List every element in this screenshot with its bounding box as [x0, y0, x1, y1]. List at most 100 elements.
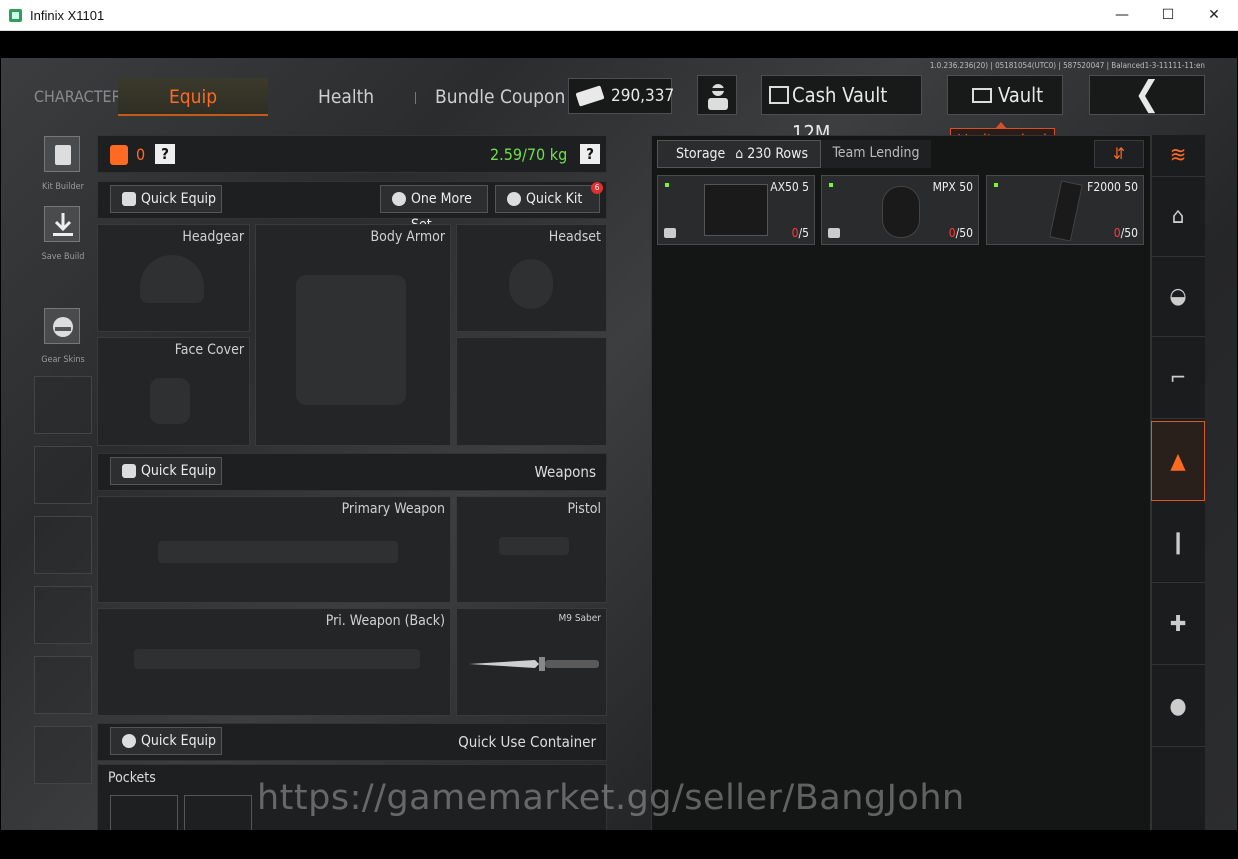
- armor-help-button[interactable]: ?: [155, 144, 175, 164]
- armor-vest-icon: [110, 145, 128, 165]
- category-weapons[interactable]: ⌐: [1151, 339, 1205, 419]
- primary-weapon-slot[interactable]: Primary Weapon: [97, 496, 451, 603]
- tab-health[interactable]: Health: [318, 78, 374, 116]
- container-icon: [664, 228, 676, 238]
- storage-tab[interactable]: Storage ⌂ 230 Rows: [657, 140, 821, 168]
- armor-count: 0: [136, 145, 146, 164]
- close-button[interactable]: ✕: [1191, 0, 1237, 31]
- pocket-slot[interactable]: [184, 795, 252, 830]
- headset-slot[interactable]: Headset: [456, 224, 607, 332]
- category-throwables[interactable]: ●: [1151, 667, 1205, 747]
- shirt-icon: [122, 192, 136, 206]
- window-titlebar: Infinix X1101 — ☐ ✕: [0, 0, 1238, 31]
- skin-slot[interactable]: [34, 656, 92, 714]
- melee-slot[interactable]: M9 Saber: [456, 608, 607, 716]
- storage-item[interactable]: F2000 50 0/50: [986, 175, 1144, 245]
- skin-slot[interactable]: [34, 586, 92, 644]
- team-lending-tab[interactable]: Team Lending: [821, 140, 931, 168]
- tab-equip[interactable]: Equip: [118, 78, 268, 116]
- skin-slot[interactable]: [34, 516, 92, 574]
- headset-label: Headset: [548, 229, 601, 245]
- helmet-icon: ◒: [1169, 284, 1187, 309]
- category-home[interactable]: ⌂: [1151, 177, 1205, 257]
- item-count: 0/50: [1114, 226, 1138, 240]
- gear-quick-equip-button[interactable]: Quick Equip: [110, 185, 222, 213]
- category-ammo-selected[interactable]: ▲: [1151, 421, 1205, 501]
- helmet-icon: [53, 317, 73, 337]
- one-more-set-button[interactable]: One More Set: [380, 185, 488, 233]
- empty-gear-slot: [456, 337, 607, 446]
- category-medical[interactable]: ✚: [1151, 585, 1205, 665]
- currency-value: 290,337: [611, 86, 675, 106]
- agent-button[interactable]: [697, 75, 737, 115]
- vest-icon: [55, 145, 71, 165]
- maximize-button[interactable]: ☐: [1145, 0, 1191, 31]
- currency-display[interactable]: 290,337: [568, 78, 675, 114]
- melee-label: M9 Saber: [558, 613, 601, 624]
- weight-help-button[interactable]: ?: [580, 144, 600, 164]
- primary-weapon-label: Primary Weapon: [341, 501, 445, 517]
- grenade-icon: ●: [1169, 694, 1187, 719]
- vault-button[interactable]: Vault: [947, 75, 1063, 115]
- pockets-label: Pockets: [108, 770, 156, 786]
- body-armor-placeholder-icon: [296, 275, 406, 405]
- weight-value: 2.59/70 kg: [490, 145, 568, 164]
- headgear-slot[interactable]: Headgear: [97, 224, 250, 332]
- pocket-slot[interactable]: [110, 795, 178, 830]
- face-cover-slot[interactable]: Face Cover: [97, 337, 250, 446]
- storage-item[interactable]: AX50 5 0/5: [657, 175, 815, 245]
- primary-back-label: Pri. Weapon (Back): [325, 613, 445, 629]
- kit-builder-label: Kit Builder: [42, 182, 84, 192]
- medkit-icon: ✚: [1169, 612, 1187, 637]
- body-armor-slot[interactable]: Body Armor: [255, 224, 451, 446]
- version-info: 1.0.236.236(20) | 05181054(UTC0) | 58752…: [929, 61, 1205, 70]
- skin-slot[interactable]: [34, 446, 92, 504]
- headset-placeholder-icon: [509, 259, 553, 309]
- skin-slot[interactable]: [34, 726, 92, 784]
- gear-quick-equip-label: Quick Equip: [141, 191, 217, 207]
- kit-builder-button[interactable]: [44, 136, 80, 172]
- gear-skins-label: Gear Skins: [41, 355, 85, 365]
- weapons-quick-equip-button[interactable]: Quick Equip: [110, 457, 222, 485]
- magazine-icon: [1049, 180, 1083, 242]
- face-cover-placeholder-icon: [150, 378, 190, 424]
- sort-button[interactable]: ⇵: [1094, 140, 1144, 168]
- item-count-cap: /5: [798, 226, 809, 240]
- body-armor-label: Body Armor: [370, 229, 445, 245]
- category-gear[interactable]: ◒: [1151, 257, 1205, 337]
- home-icon: ⌂: [735, 146, 744, 162]
- tab-bundle-coupon[interactable]: Bundle Coupon: [435, 78, 565, 116]
- primary-back-slot[interactable]: Pri. Weapon (Back): [97, 608, 451, 716]
- skin-slot[interactable]: [34, 376, 92, 434]
- weapons-title: Weapons: [534, 463, 596, 481]
- category-bullets[interactable]: ❙: [1151, 503, 1205, 583]
- rifle-icon: ⌐: [1169, 366, 1187, 391]
- gear-header: 0 ? 2.59/70 kg ?: [97, 135, 607, 173]
- storage-item[interactable]: MPX 50 0/50: [821, 175, 979, 245]
- grenade-icon: [122, 734, 136, 748]
- item-name: F2000 50: [1087, 180, 1138, 194]
- headgear-placeholder-icon: [140, 255, 204, 303]
- save-build-button[interactable]: [44, 206, 80, 242]
- gear-skins-button[interactable]: [44, 308, 80, 344]
- tab-divider: [415, 92, 416, 104]
- operator-icon: [708, 84, 728, 110]
- quick-use-equip-button[interactable]: Quick Equip: [110, 727, 222, 755]
- pistol-slot[interactable]: Pistol: [456, 496, 607, 603]
- ammo-stack-icon: ▲: [1170, 449, 1186, 474]
- vault-icon: [972, 88, 992, 103]
- back-button[interactable]: ❮: [1089, 75, 1205, 115]
- rarity-dot: [665, 183, 669, 187]
- item-name: AX50 5: [770, 180, 809, 194]
- bullet-icon: ❙: [1169, 530, 1187, 555]
- case-icon: [704, 184, 768, 236]
- quick-use-title: Quick Use Container: [458, 733, 596, 751]
- tab-character[interactable]: CHARACTER: [34, 78, 122, 116]
- money-icon: [575, 85, 605, 107]
- minimize-button[interactable]: —: [1099, 0, 1145, 31]
- quick-kit-button[interactable]: Quick Kit: [495, 185, 600, 213]
- watermark-text: https://gamemarket.gg/seller/BangJohn: [257, 778, 965, 818]
- pistol-placeholder-icon: [499, 537, 569, 555]
- cash-vault-button[interactable]: Cash Vault 12M: [761, 75, 922, 145]
- category-all[interactable]: ≋: [1151, 135, 1205, 177]
